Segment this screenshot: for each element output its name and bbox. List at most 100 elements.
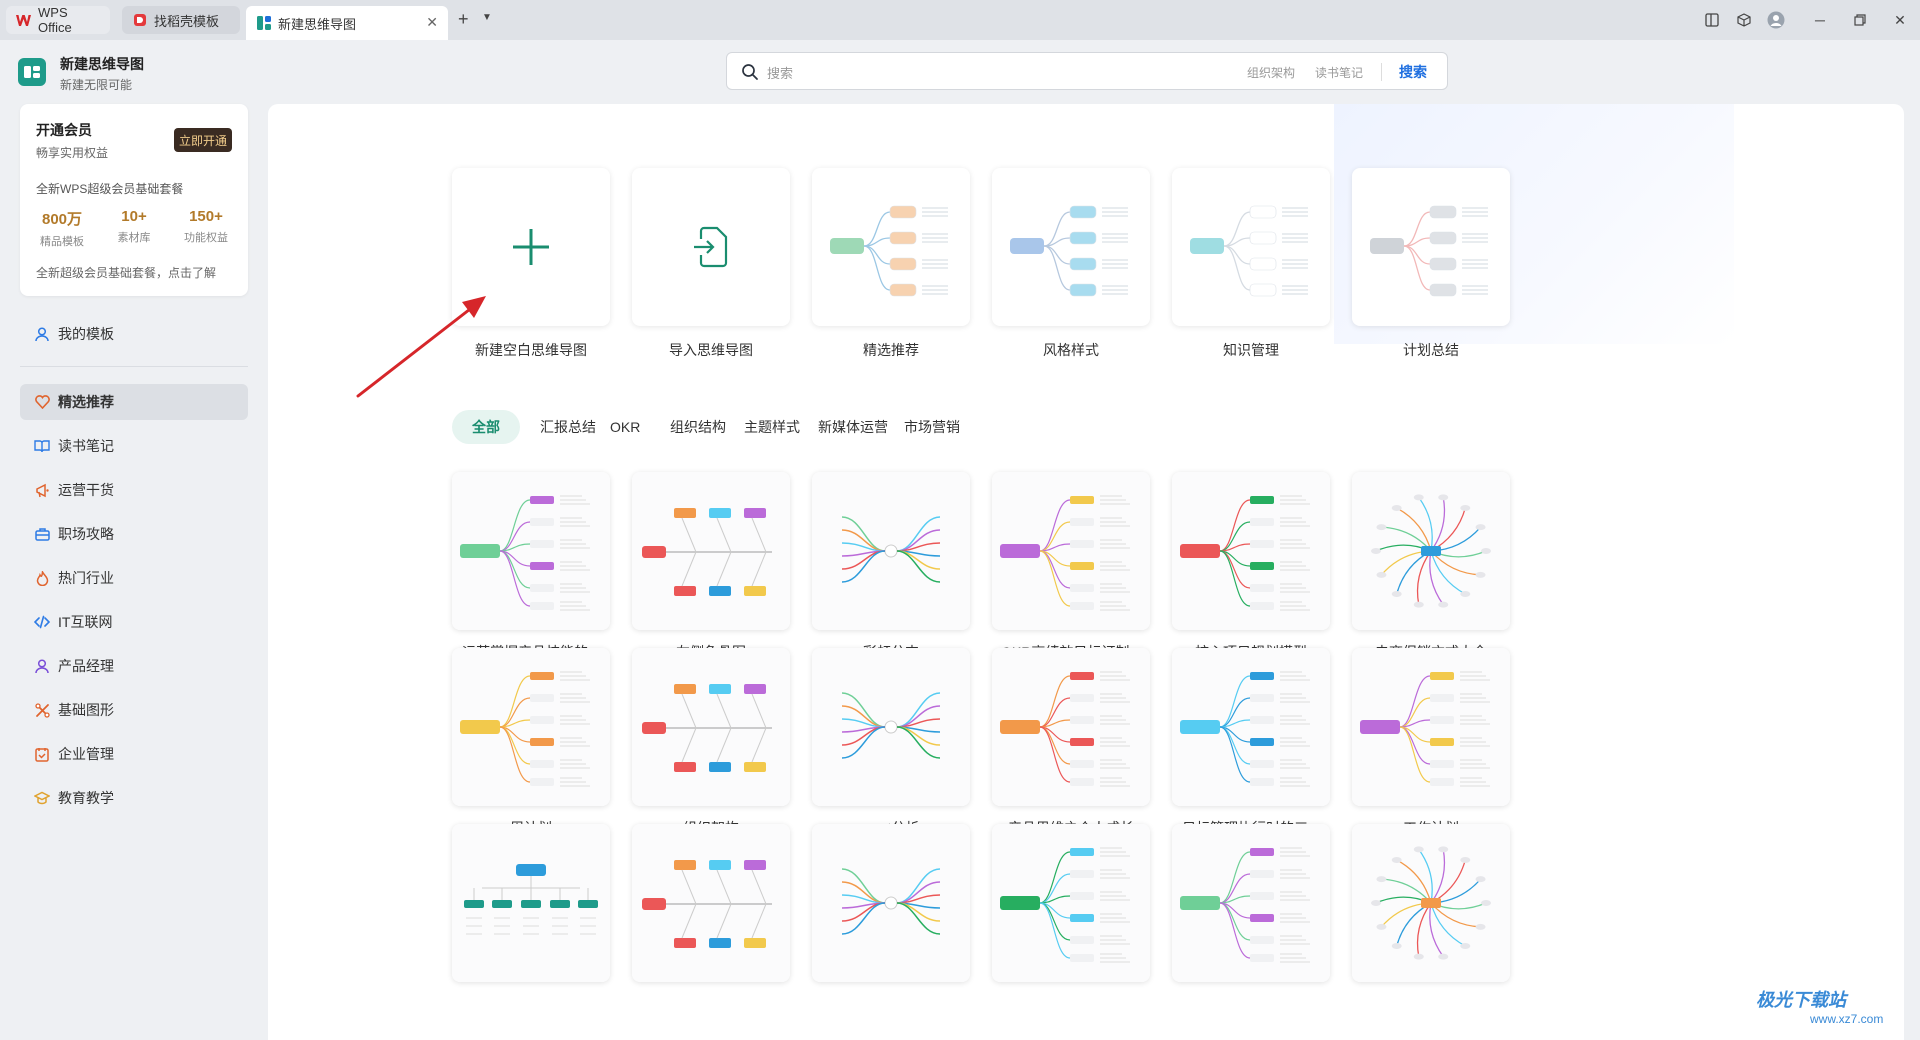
sidebar-item-5[interactable]: 热门行业	[20, 560, 248, 596]
category-tab-7[interactable]: 市场营销	[904, 410, 960, 444]
sidebar-item-label: 精选推荐	[58, 394, 114, 410]
template-thumbnail[interactable]	[452, 472, 610, 630]
sidebar-item-8[interactable]: 基础图形	[20, 692, 248, 728]
template-card[interactable]: OKR高绩效目标订制...	[992, 472, 1150, 662]
mindmap-preview-image[interactable]	[1352, 168, 1510, 326]
category-tab-1[interactable]: 全部	[452, 410, 520, 444]
template-card[interactable]: 彩虹分支	[812, 472, 970, 662]
feature-card-3[interactable]: 精选推荐	[812, 168, 970, 360]
template-thumbnail[interactable]	[1352, 824, 1510, 982]
sidebar-toggle-icon[interactable]	[1702, 10, 1722, 30]
sidebar-item-9[interactable]: 企业管理	[20, 736, 248, 772]
template-card[interactable]: 左侧鱼骨图	[632, 472, 790, 662]
search-tag[interactable]: 组织架构	[1247, 64, 1295, 81]
category-tab-6[interactable]: 新媒体运营	[818, 410, 888, 444]
feature-card-4[interactable]: 风格样式	[992, 168, 1150, 360]
vip-footer-link[interactable]: 全新超级会员基础套餐，点击了解	[36, 264, 216, 281]
sidebar-item-2[interactable]: 读书笔记	[20, 428, 248, 464]
plus-icon[interactable]	[452, 168, 610, 326]
feature-card-6[interactable]: 计划总结	[1352, 168, 1510, 360]
template-card[interactable]: swot分析	[812, 648, 970, 838]
template-thumbnail[interactable]	[1172, 472, 1330, 630]
template-thumbnail[interactable]	[992, 472, 1150, 630]
chevron-down-icon[interactable]: ▼	[482, 12, 492, 23]
category-tab-4[interactable]: 组织结构	[670, 410, 726, 444]
tab-new-mindmap[interactable]: 新建思维导图 ✕	[246, 6, 448, 40]
template-thumbnail[interactable]	[992, 824, 1150, 982]
vip-description: 全新WPS超级会员基础套餐	[36, 182, 184, 196]
template-card[interactable]	[1172, 824, 1330, 994]
template-card[interactable]	[452, 824, 610, 994]
template-thumbnail[interactable]	[1352, 472, 1510, 630]
template-card[interactable]	[812, 824, 970, 994]
mindmap-preview-image[interactable]	[812, 168, 970, 326]
search-tag[interactable]: 读书笔记	[1315, 64, 1363, 81]
feature-label: 计划总结	[1403, 342, 1459, 358]
category-tab-2[interactable]: 汇报总结	[540, 410, 596, 444]
main-panel: 新建空白思维导图 导入思维导图 精选推荐 风格样式 知识管理 计划总结 全部 汇报总结 OKR…	[268, 104, 1904, 1040]
template-card[interactable]: 电商促销方式大全	[1352, 472, 1510, 662]
tab-wps-office[interactable]: WPS Office	[6, 5, 110, 35]
book-icon	[34, 438, 50, 454]
sidebar-item-label: 读书笔记	[58, 438, 114, 454]
feature-card-5[interactable]: 知识管理	[1172, 168, 1330, 360]
minimize-icon[interactable]: ─	[1810, 10, 1830, 30]
template-thumbnail[interactable]	[632, 472, 790, 630]
mindmap-preview-image[interactable]	[992, 168, 1150, 326]
mindmap-app-logo	[18, 58, 46, 86]
template-card[interactable]: 周计划	[452, 648, 610, 838]
import-icon[interactable]	[632, 168, 790, 326]
feature-label: 精选推荐	[863, 342, 919, 358]
search-button[interactable]: 搜索	[1399, 62, 1427, 82]
template-card[interactable]: 核心项目规划模型	[1172, 472, 1330, 662]
open-vip-button[interactable]: 立即开通	[174, 128, 232, 152]
feature-card-2[interactable]: 导入思维导图	[632, 168, 790, 360]
category-tab-3[interactable]: OKR	[610, 410, 640, 444]
feature-card-1[interactable]: 新建空白思维导图	[452, 168, 610, 360]
sidebar-item-10[interactable]: 教育教学	[20, 780, 248, 816]
template-card[interactable]	[1352, 824, 1510, 994]
template-card[interactable]	[992, 824, 1150, 994]
template-thumbnail[interactable]	[632, 824, 790, 982]
template-card[interactable]: 运营掌握产品技能的...	[452, 472, 610, 662]
new-tab-icon[interactable]: +	[458, 9, 469, 30]
template-thumbnail[interactable]	[1172, 824, 1330, 982]
template-thumbnail[interactable]	[452, 648, 610, 806]
search-input[interactable]: 搜索	[767, 63, 793, 82]
vip-title: 开通会员	[36, 122, 92, 138]
template-thumbnail[interactable]	[632, 648, 790, 806]
person-icon	[34, 658, 50, 674]
sidebar-item-6[interactable]: IT互联网	[20, 604, 248, 640]
category-tab-5[interactable]: 主题样式	[744, 410, 800, 444]
restore-icon[interactable]	[1850, 10, 1870, 30]
nav-my-templates[interactable]: 我的模板	[20, 316, 248, 352]
watermark-logo: 极光下载站	[1756, 990, 1846, 1010]
cube-icon[interactable]	[1734, 10, 1754, 30]
sidebar-item-7[interactable]: 产品经理	[20, 648, 248, 684]
avatar[interactable]	[1766, 10, 1786, 30]
template-thumbnail[interactable]	[812, 824, 970, 982]
shapes-icon	[34, 702, 50, 718]
template-card[interactable]: 目标管理执行时的三...	[1172, 648, 1330, 838]
close-window-icon[interactable]: ✕	[1890, 10, 1910, 30]
feature-label: 新建空白思维导图	[475, 342, 587, 358]
template-card[interactable]: 组织架构	[632, 648, 790, 838]
template-thumbnail[interactable]	[812, 648, 970, 806]
sidebar-item-4[interactable]: 职场攻略	[20, 516, 248, 552]
template-thumbnail[interactable]	[1352, 648, 1510, 806]
sidebar-item-3[interactable]: 运营干货	[20, 472, 248, 508]
mindmap-preview-image[interactable]	[1172, 168, 1330, 326]
vip-card[interactable]: 开通会员 畅享实用权益 立即开通 全新WPS超级会员基础套餐 800万 精品模板…	[20, 104, 248, 296]
template-thumbnail[interactable]	[452, 824, 610, 982]
template-card[interactable]: 产品思维之个人成长	[992, 648, 1150, 838]
sidebar-item-1[interactable]: 精选推荐	[20, 384, 248, 420]
tab-docer-templates[interactable]: 找稻壳模板	[122, 6, 240, 34]
close-tab-icon[interactable]: ✕	[426, 14, 438, 31]
docer-icon	[132, 13, 147, 28]
template-card[interactable]: 工作计划	[1352, 648, 1510, 838]
template-card[interactable]	[632, 824, 790, 994]
template-thumbnail[interactable]	[812, 472, 970, 630]
search-bar[interactable]: 搜索 组织架构 读书笔记 搜索	[726, 52, 1448, 90]
template-thumbnail[interactable]	[992, 648, 1150, 806]
template-thumbnail[interactable]	[1172, 648, 1330, 806]
